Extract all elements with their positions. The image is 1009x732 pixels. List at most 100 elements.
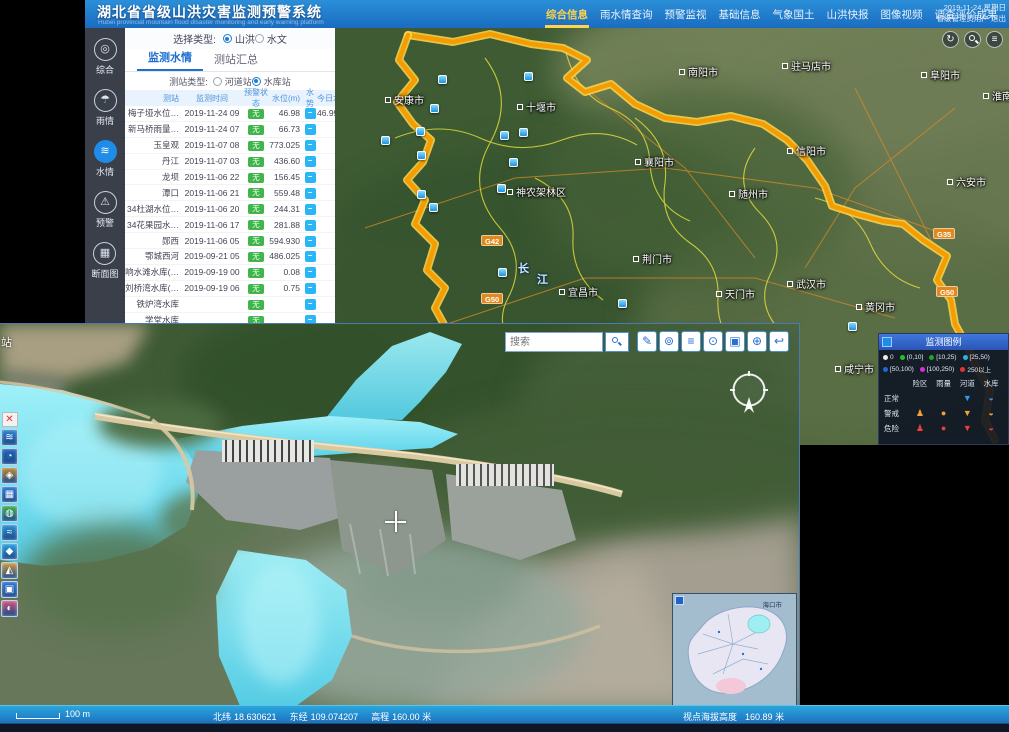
gauge-tool[interactable]: ◍ <box>1 505 18 522</box>
legend-window-icon[interactable] <box>882 337 892 347</box>
sidebar-label: 雨情 <box>96 114 114 127</box>
marker-tool[interactable]: ◐ <box>1 600 18 617</box>
overview-minimap[interactable]: 海口市 <box>672 593 797 705</box>
trend-cell: − <box>303 250 317 262</box>
sketch-icon[interactable]: ✎ <box>637 331 657 352</box>
station-marker[interactable] <box>848 322 857 331</box>
radio-option-1[interactable]: 水库站 <box>252 75 291 88</box>
nav-item-3[interactable]: 基础信息 <box>713 0 767 28</box>
radio-option-0[interactable]: 山洪 <box>223 31 255 46</box>
viewer-3d[interactable]: 站 ✎⊚≡⊙▣⊕↩ ✕ ≋◔◈▦◍≈◆◭▣◐ <box>0 323 800 705</box>
station-marker[interactable] <box>417 190 426 199</box>
table-row[interactable]: 34花果园水…2019-11-06 17无281.88− <box>125 217 335 233</box>
nav-item-6[interactable]: 图像视频 <box>875 0 929 28</box>
sidebar-item-3[interactable]: ⚠预警 <box>94 191 117 229</box>
station-name: 学堂水库 <box>125 314 181 323</box>
legend-dot <box>900 355 905 360</box>
tab-1[interactable]: 测站汇总 <box>203 51 269 71</box>
station-marker[interactable] <box>497 184 506 193</box>
search-icon[interactable] <box>964 31 981 48</box>
terrain-tool[interactable]: ◭ <box>1 562 18 579</box>
basin-tool[interactable]: ◆ <box>1 543 18 560</box>
table-row[interactable]: 郧西2019-11-06 05无594.930− <box>125 233 335 249</box>
ripple-tool[interactable]: ▦ <box>1 486 18 503</box>
station-marker[interactable] <box>417 151 426 160</box>
station-marker[interactable] <box>430 104 439 113</box>
radio-option-1[interactable]: 水文 <box>255 31 287 46</box>
table-row[interactable]: 鄂城西河2019-09-21 05无486.025− <box>125 249 335 265</box>
minimap-corner-icon[interactable] <box>675 596 684 605</box>
station-marker[interactable] <box>500 131 509 140</box>
radio-option-0[interactable]: 河道站 <box>213 75 252 88</box>
splash-tool[interactable]: ≈ <box>1 524 18 541</box>
nav-item-5[interactable]: 山洪快报 <box>821 0 875 28</box>
station-marker[interactable] <box>524 72 533 81</box>
nav-item-0[interactable]: 综合信息 <box>540 0 594 28</box>
sediment-tool[interactable]: ◈ <box>1 467 18 484</box>
trend-icon: − <box>305 236 316 247</box>
sidebar-item-0[interactable]: ◎综合 <box>94 38 117 76</box>
nav-item-4[interactable]: 气象国土 <box>767 0 821 28</box>
city-label-8: 襄阳市 <box>635 154 674 169</box>
table-row[interactable]: 响水滩水库(…2019-09-19 00无0.08− <box>125 265 335 281</box>
swirl-tool[interactable]: ◔ <box>1 448 18 465</box>
map-scale: 100 m <box>16 709 90 719</box>
eye-icon[interactable]: ⊙ <box>703 331 723 352</box>
side-rail: ◎综合 ☂ 雨情 ≋水情 ⚠预警 ▦断面图 <box>85 28 125 323</box>
app-header: 湖北省省级山洪灾害监测预警系统 Hubei provincial mountai… <box>85 0 1009 28</box>
globe-icon[interactable]: ⊕ <box>747 331 767 352</box>
table-row[interactable]: 34杜湖水位…2019-11-06 20无244.31− <box>125 201 335 217</box>
station-marker[interactable] <box>416 127 425 136</box>
image-icon[interactable]: ▣ <box>725 331 745 352</box>
view-altitude-readout: 视点海拔高度 160.89 米 <box>683 710 784 723</box>
city-name: 驻马店市 <box>791 58 831 73</box>
sidebar-icon-1: ☂ <box>94 89 117 112</box>
wave-tool[interactable]: ≋ <box>1 429 18 446</box>
table-row[interactable]: 学堂水库无− <box>125 313 335 323</box>
table-row[interactable]: 梅子垭水位…2019-11-24 09无46.98−46.99 <box>125 106 335 122</box>
table-row[interactable]: 龙坝2019-11-06 22无156.45− <box>125 170 335 186</box>
station-marker[interactable] <box>618 299 627 308</box>
nav-item-2[interactable]: 预警监视 <box>659 0 713 28</box>
sidebar-item-4[interactable]: ▦断面图 <box>91 242 118 280</box>
city-name: 淮南 <box>992 88 1009 103</box>
sidebar-item-1[interactable]: ☂ 雨情 <box>94 89 117 127</box>
nav-item-1[interactable]: 雨水情查询 <box>594 0 659 28</box>
legend-symbol: ◒ <box>988 409 993 418</box>
header-user-line[interactable]: 省级管理员用户 退出 <box>936 14 1006 25</box>
station-name: 铁炉湾水库 <box>125 298 181 310</box>
status-badge: 无 <box>248 125 264 135</box>
table-row[interactable]: 丹江2019-11-07 03无436.60− <box>125 154 335 170</box>
station-marker[interactable] <box>519 128 528 137</box>
table-row[interactable]: 新马桥雨量…2019-11-24 07无66.73− <box>125 122 335 138</box>
table-row[interactable]: 刘桥湾水库(…2019-09-19 06无0.75− <box>125 281 335 297</box>
search-button[interactable] <box>605 332 629 352</box>
sidebar-item-2[interactable]: ≋水情 <box>94 140 117 178</box>
camera-icon[interactable]: ⊚ <box>659 331 679 352</box>
status-badge: 无 <box>248 173 264 183</box>
city-label-14: 武汉市 <box>787 276 826 291</box>
monitor-time: 2019-11-06 21 <box>181 188 243 198</box>
compass-control[interactable] <box>726 367 772 426</box>
station-marker[interactable] <box>429 203 438 212</box>
tab-0[interactable]: 监测水情 <box>137 49 203 71</box>
station-marker[interactable] <box>381 136 390 145</box>
layers-icon[interactable]: ≡ <box>986 31 1003 48</box>
table-row[interactable]: 铁炉湾水库无− <box>125 297 335 313</box>
type-filter-row: 选择类型: 山洪水文 <box>125 28 335 49</box>
search-input[interactable] <box>505 332 603 352</box>
legend-dot <box>929 355 934 360</box>
undo-icon[interactable]: ↩ <box>769 331 789 352</box>
table-row[interactable]: 玉皇观2019-11-07 08无773.025− <box>125 138 335 154</box>
station-marker[interactable] <box>498 268 507 277</box>
refresh-icon[interactable]: ↻ <box>942 31 959 48</box>
station-marker[interactable] <box>509 158 518 167</box>
city-dot <box>559 289 565 295</box>
radio-label: 水库站 <box>264 75 291 88</box>
table-row[interactable]: 潭口2019-11-06 21无559.48− <box>125 185 335 201</box>
station-marker[interactable] <box>438 75 447 84</box>
close-icon[interactable]: ✕ <box>2 412 18 427</box>
list-icon[interactable]: ≡ <box>681 331 701 352</box>
frame-tool[interactable]: ▣ <box>1 581 18 598</box>
legend-dot <box>883 355 888 360</box>
